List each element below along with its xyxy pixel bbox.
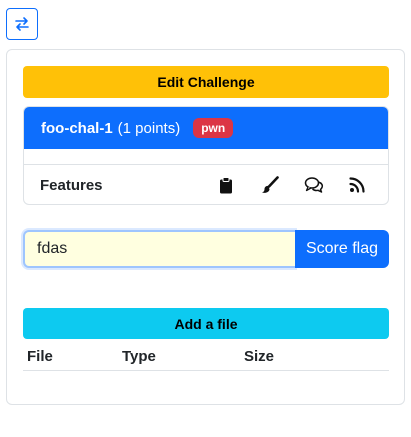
challenge-header: foo-chal-1 (1 points) pwn bbox=[24, 107, 388, 149]
rss-icon[interactable] bbox=[347, 175, 367, 195]
chat-bubbles-icon[interactable] bbox=[304, 175, 324, 195]
files-table-header: File Type Size bbox=[23, 346, 389, 371]
challenge-points: (1 points) bbox=[117, 119, 181, 137]
column-file: File bbox=[27, 348, 53, 365]
column-size: Size bbox=[244, 348, 275, 365]
challenge-tag-badge: pwn bbox=[193, 118, 234, 138]
clipboard-icon[interactable] bbox=[216, 175, 236, 195]
swap-button[interactable] bbox=[6, 8, 38, 40]
challenge-card: foo-chal-1 (1 points) pwn Features bbox=[23, 106, 389, 205]
swap-arrows-icon bbox=[15, 17, 29, 31]
challenge-description bbox=[24, 149, 388, 165]
features-row: Features bbox=[24, 165, 388, 204]
edit-challenge-button[interactable]: Edit Challenge bbox=[23, 66, 389, 98]
score-flag-button[interactable]: Score flag bbox=[295, 230, 389, 268]
add-file-button[interactable]: Add a file bbox=[23, 308, 389, 339]
features-label: Features bbox=[40, 176, 103, 194]
paintbrush-icon[interactable] bbox=[260, 175, 280, 195]
column-type: Type bbox=[122, 348, 156, 365]
challenge-panel: Edit Challenge foo-chal-1 (1 points) pwn… bbox=[6, 49, 405, 405]
flag-input[interactable] bbox=[23, 230, 295, 268]
challenge-name: foo-chal-1 bbox=[41, 119, 113, 137]
